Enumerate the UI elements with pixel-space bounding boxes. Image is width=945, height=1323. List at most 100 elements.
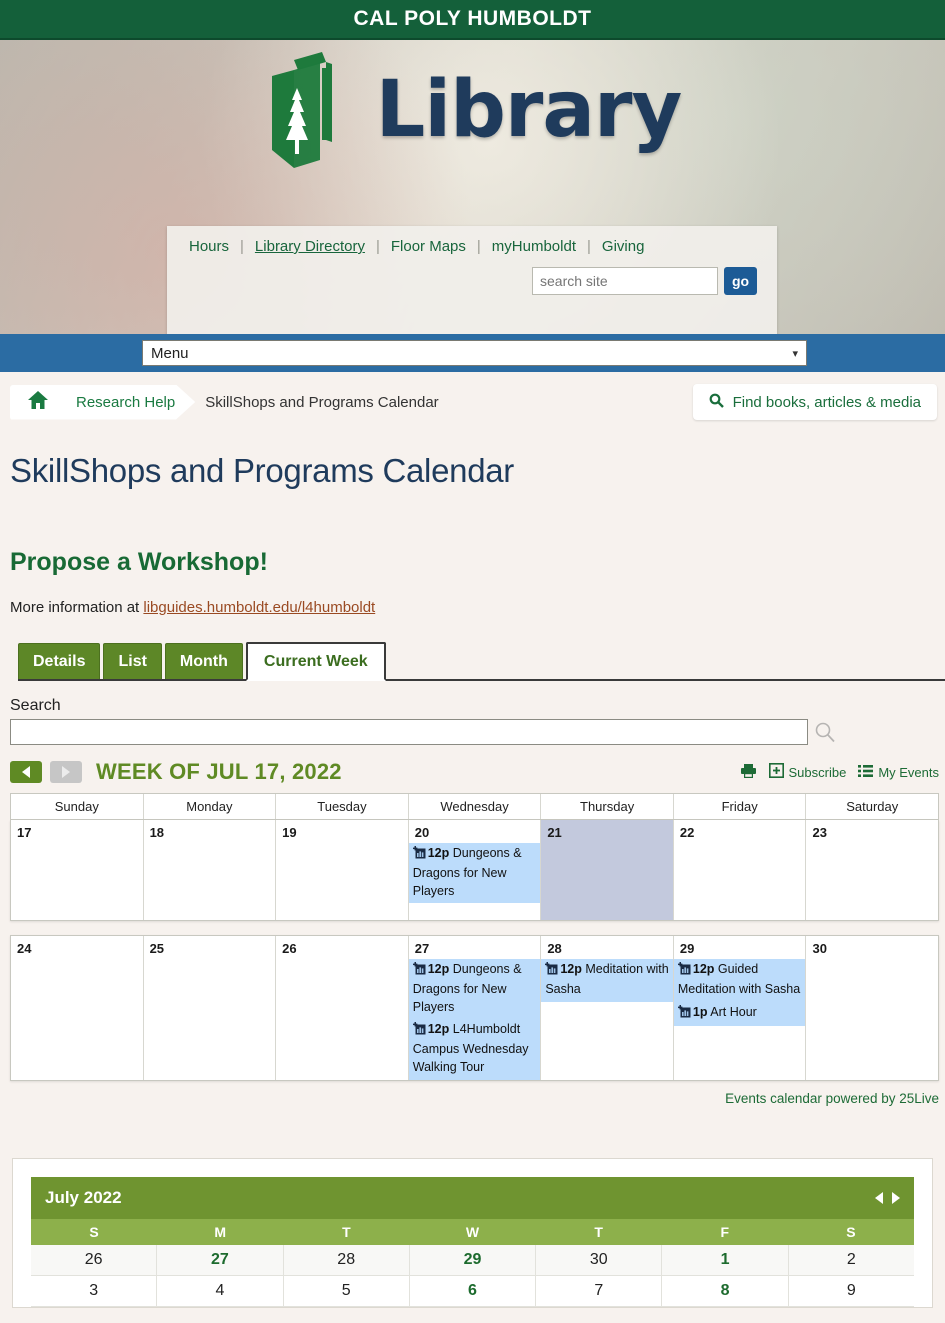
calendar-event[interactable]: 12p L4Humboldt Campus Wednesday Walking … bbox=[408, 1019, 541, 1080]
calendar-day-cell[interactable]: 24 bbox=[11, 936, 144, 1080]
util-link-library-directory[interactable]: Library Directory bbox=[244, 238, 376, 255]
calendar-day-cell[interactable]: 29 12p Guided Meditation with Sasha 1p Art… bbox=[673, 936, 807, 1080]
calendar-day-cell[interactable]: 23 bbox=[806, 820, 939, 920]
site-banner: Library Hours | Library Directory | Floo… bbox=[0, 40, 945, 334]
magnifier-icon[interactable] bbox=[814, 721, 836, 743]
mini-calendar-day[interactable]: 29 bbox=[409, 1244, 537, 1276]
mini-calendar-navigation bbox=[875, 1191, 900, 1204]
mini-calendar-day[interactable]: 3 bbox=[31, 1275, 158, 1307]
day-number: 20 bbox=[414, 825, 430, 840]
calendar-event[interactable]: 12p Meditation with Sasha bbox=[541, 959, 673, 1002]
calendar-day-cell[interactable]: 30 bbox=[806, 936, 939, 1080]
calendar-day-cell[interactable]: 20 12p Dungeons & Dragons for New Players bbox=[408, 820, 542, 920]
event-time: 1p bbox=[692, 1004, 708, 1019]
site-search-go-button[interactable]: go bbox=[724, 267, 757, 295]
calendar-day-cell[interactable]: 25 bbox=[143, 936, 277, 1080]
powered-by-text: Events calendar powered by 25Live bbox=[725, 1090, 939, 1106]
day-number: 22 bbox=[679, 825, 695, 840]
day-header-wednesday: Wednesday bbox=[409, 794, 542, 819]
mini-prev-month-button[interactable] bbox=[875, 1191, 883, 1204]
libguides-link[interactable]: libguides.humboldt.edu/l4humboldt bbox=[143, 599, 375, 616]
event-time: 12p bbox=[560, 962, 582, 976]
chevron-down-icon: ▾ bbox=[792, 347, 798, 360]
calendar-event[interactable]: 1p Art Hour bbox=[673, 1001, 806, 1027]
library-logo[interactable]: Library bbox=[0, 40, 945, 170]
mini-calendar-day[interactable]: 8 bbox=[662, 1275, 789, 1307]
util-link-myhumboldt[interactable]: myHumboldt bbox=[481, 238, 587, 255]
event-title: Art Hour bbox=[710, 1004, 757, 1019]
breadcrumb-home[interactable] bbox=[10, 384, 66, 420]
tab-month[interactable]: Month bbox=[164, 643, 243, 679]
propose-workshop-heading: Propose a Workshop! bbox=[10, 548, 268, 576]
mini-calendar-day[interactable]: 9 bbox=[788, 1276, 914, 1307]
mini-dow-t2: T bbox=[594, 1223, 603, 1240]
mini-calendar-day[interactable]: 4 bbox=[157, 1275, 284, 1307]
list-icon bbox=[858, 764, 874, 781]
event-calendar-icon bbox=[677, 1004, 691, 1024]
library-logo-text: Library bbox=[375, 65, 683, 155]
mini-calendar-day[interactable]: 6 bbox=[409, 1275, 537, 1307]
calendar-event[interactable]: 12p Guided Meditation with Sasha bbox=[673, 959, 806, 1002]
util-link-floor-maps[interactable]: Floor Maps bbox=[380, 238, 477, 255]
search-icon bbox=[709, 393, 724, 412]
mini-calendar-day[interactable]: 27 bbox=[157, 1244, 284, 1276]
calendar-search-input[interactable] bbox=[10, 719, 808, 745]
calendar-day-cell[interactable]: 18 bbox=[143, 820, 277, 920]
day-number: 18 bbox=[149, 825, 165, 840]
calendar-day-cell[interactable]: 17 bbox=[11, 820, 144, 920]
util-link-giving[interactable]: Giving bbox=[591, 238, 656, 255]
plus-box-icon bbox=[768, 763, 784, 781]
mini-calendar-day[interactable]: 2 bbox=[788, 1244, 914, 1276]
site-search-input[interactable] bbox=[532, 267, 718, 295]
calendar-day-cell[interactable]: 22 bbox=[673, 820, 807, 920]
menu-dropdown[interactable]: Menu ▾ bbox=[142, 340, 807, 366]
calendar-day-cell[interactable]: 26 bbox=[276, 936, 409, 1080]
tab-current-week[interactable]: Current Week bbox=[245, 642, 386, 681]
mini-calendar-day[interactable]: 28 bbox=[283, 1244, 410, 1276]
tab-list[interactable]: List bbox=[103, 643, 162, 679]
right-triangle-icon bbox=[62, 766, 70, 778]
mini-calendar-header: July 2022 bbox=[31, 1176, 914, 1219]
calendar-event[interactable]: 12p Dungeons & Dragons for New Players bbox=[408, 843, 541, 904]
breadcrumb-current: SkillShops and Programs Calendar bbox=[205, 393, 439, 411]
my-events-label: My Events bbox=[878, 764, 939, 780]
university-bar: CAL POLY HUMBOLDT bbox=[0, 0, 945, 40]
my-events-button[interactable]: My Events bbox=[858, 764, 939, 781]
day-number: 19 bbox=[282, 825, 297, 840]
mini-calendar-day[interactable]: 30 bbox=[536, 1244, 663, 1276]
calendar-day-cell[interactable]: 21 bbox=[541, 820, 674, 920]
mini-dow-t1: T bbox=[342, 1223, 351, 1240]
util-link-hours[interactable]: Hours bbox=[185, 238, 240, 255]
mini-dow-m: M bbox=[214, 1223, 227, 1240]
calendar-event[interactable]: 12p Dungeons & Dragons for New Players bbox=[408, 959, 541, 1020]
calendar-search-row bbox=[10, 719, 945, 745]
previous-week-button[interactable] bbox=[10, 761, 42, 783]
event-time: 12p bbox=[692, 962, 715, 976]
mini-dow-s1: S bbox=[89, 1223, 99, 1240]
day-number: 26 bbox=[282, 941, 297, 956]
event-calendar-icon bbox=[412, 1022, 426, 1041]
week-title: WEEK OF JUL 17, 2022 bbox=[96, 759, 342, 784]
day-header-sunday: Sunday bbox=[11, 794, 144, 819]
printer-icon bbox=[740, 763, 757, 782]
mini-dow-f: F bbox=[720, 1223, 730, 1240]
subscribe-button[interactable]: Subscribe bbox=[768, 763, 846, 781]
mini-calendar-day[interactable]: 5 bbox=[283, 1275, 410, 1307]
calendar-day-cell[interactable]: 27 12p Dungeons & Dragons for New Players… bbox=[408, 936, 542, 1080]
mini-calendar-day[interactable]: 26 bbox=[31, 1244, 158, 1276]
breadcrumb-item-research-help[interactable]: Research Help bbox=[58, 384, 196, 420]
find-books-button[interactable]: Find books, articles & media bbox=[692, 384, 937, 420]
calendar-day-cell[interactable]: 28 12p Meditation with Sasha bbox=[541, 936, 674, 1080]
next-week-button[interactable] bbox=[50, 761, 82, 783]
mini-calendar-week: 3456789 bbox=[31, 1275, 914, 1307]
calendar-tools: Subscribe My Events bbox=[740, 763, 939, 782]
mini-calendar-panel: July 2022 S M T W T F S 26 27 28 29 30 1 2 3 4 5 6… bbox=[12, 1157, 933, 1308]
mini-next-month-button[interactable] bbox=[892, 1191, 900, 1204]
print-button[interactable] bbox=[740, 763, 757, 782]
mini-calendar-day[interactable]: 1 bbox=[662, 1244, 789, 1276]
tab-details[interactable]: Details bbox=[18, 643, 101, 679]
event-time: 12p bbox=[427, 846, 450, 860]
mini-calendar-day[interactable]: 7 bbox=[536, 1275, 663, 1307]
event-calendar-icon bbox=[412, 962, 426, 981]
calendar-day-cell[interactable]: 19 bbox=[276, 820, 409, 920]
